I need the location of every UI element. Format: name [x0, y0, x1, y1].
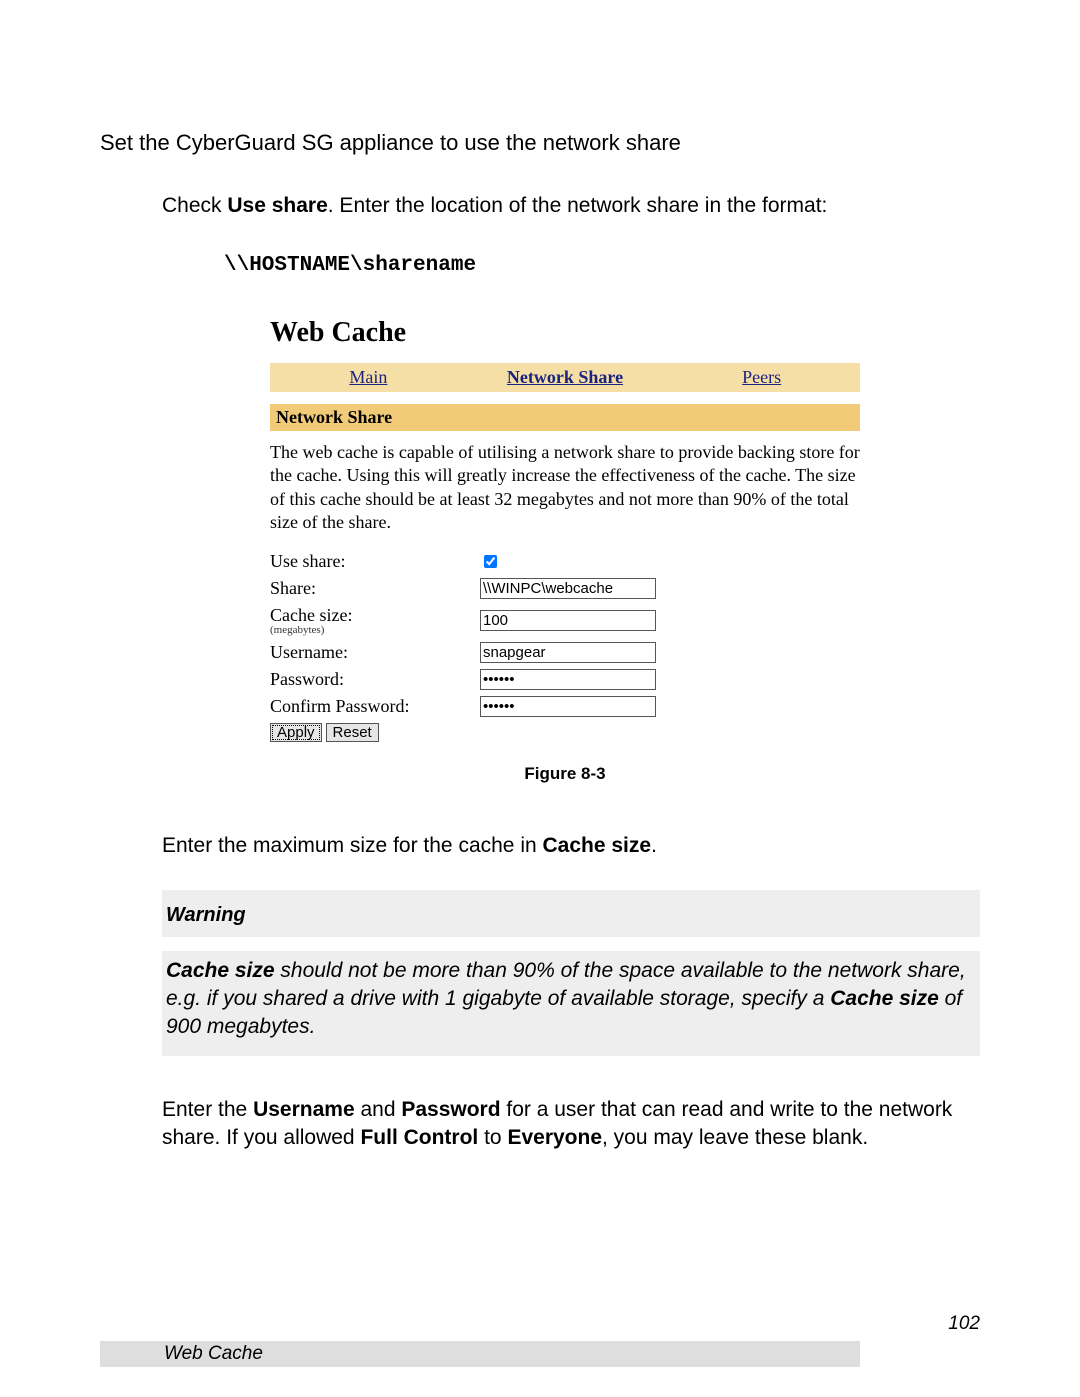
- text: .: [651, 834, 657, 857]
- label-username: Username:: [270, 642, 480, 663]
- tab-main[interactable]: Main: [270, 363, 467, 392]
- apply-button[interactable]: Apply: [270, 723, 322, 742]
- cache-size-field[interactable]: [480, 610, 656, 631]
- section-description: The web cache is capable of utilising a …: [270, 441, 860, 535]
- use-share-checkbox[interactable]: [484, 555, 497, 568]
- text: to: [478, 1126, 507, 1149]
- bold-text: Username: [253, 1098, 355, 1121]
- label-password: Password:: [270, 669, 480, 690]
- figure-caption: Figure 8-3: [270, 764, 860, 784]
- password-field[interactable]: [480, 669, 656, 690]
- bold-text: Full Control: [360, 1126, 478, 1149]
- label-share: Share:: [270, 578, 480, 599]
- share-field[interactable]: [480, 578, 656, 599]
- after-figure-paragraph: Enter the maximum size for the cache in …: [162, 834, 980, 858]
- text: Check: [162, 194, 227, 217]
- text: Cache size:: [270, 605, 352, 625]
- warning-title: Warning: [166, 904, 246, 926]
- bold-text: Cache size: [543, 834, 652, 857]
- bold-text: Cache size: [830, 987, 939, 1010]
- bold-text: Password: [401, 1098, 500, 1121]
- intro-paragraph: Check Use share. Enter the location of t…: [162, 194, 980, 218]
- text: and: [355, 1098, 402, 1121]
- warning-body: Cache size should not be more than 90% o…: [162, 951, 980, 1056]
- text: Enter the maximum size for the cache in: [162, 834, 543, 857]
- tab-network-share[interactable]: Network Share: [467, 363, 664, 392]
- text: Enter the: [162, 1098, 253, 1121]
- text: , you may leave these blank.: [602, 1126, 868, 1149]
- text: . Enter the location of the network shar…: [328, 194, 828, 217]
- bold-text: Use share: [227, 194, 327, 217]
- label-cache-size-sub: (megabytes): [270, 624, 480, 636]
- label-use-share: Use share:: [270, 551, 480, 572]
- credentials-paragraph: Enter the Username and Password for a us…: [162, 1096, 980, 1153]
- footer-label: Web Cache: [100, 1341, 860, 1367]
- bold-text: Cache size: [166, 959, 275, 982]
- tab-bar: Main Network Share Peers: [270, 363, 860, 392]
- tab-peers[interactable]: Peers: [663, 363, 860, 392]
- section-heading: Set the CyberGuard SG appliance to use t…: [100, 130, 980, 156]
- label-confirm-password: Confirm Password:: [270, 696, 480, 717]
- web-cache-screenshot: Web Cache Main Network Share Peers Netwo…: [270, 317, 860, 742]
- label-cache-size: Cache size: (megabytes): [270, 605, 480, 636]
- confirm-password-field[interactable]: [480, 696, 656, 717]
- reset-button[interactable]: Reset: [326, 723, 379, 742]
- sharename-format: \\HOSTNAME\sharename: [224, 254, 980, 277]
- screenshot-title: Web Cache: [270, 317, 860, 349]
- bold-text: Everyone: [507, 1126, 602, 1149]
- username-field[interactable]: [480, 642, 656, 663]
- section-bar: Network Share: [270, 404, 860, 431]
- warning-heading-block: Warning: [162, 890, 980, 937]
- page-number: 102: [948, 1313, 980, 1335]
